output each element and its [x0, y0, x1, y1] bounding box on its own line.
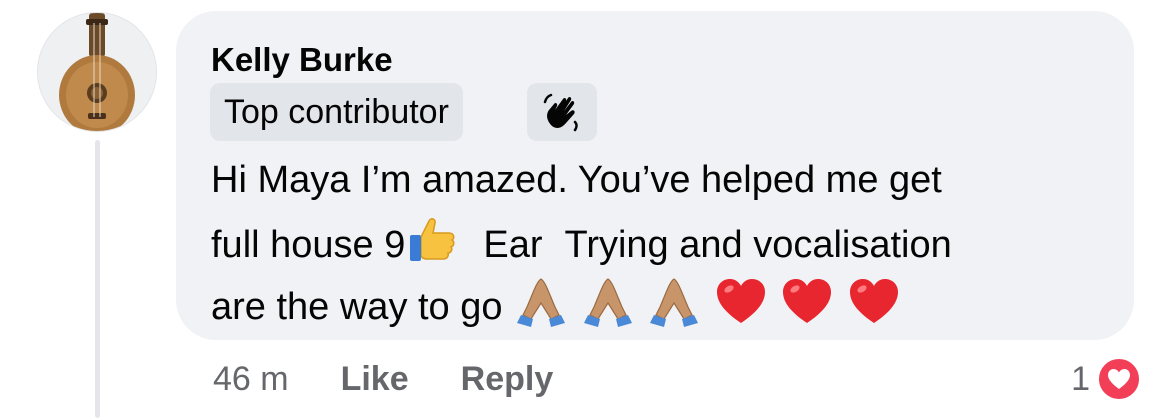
comment-text-segment: are the way to go: [211, 286, 503, 328]
red-heart-icon: [716, 279, 765, 323]
comment-text-segment: Trying and vocalisation: [564, 224, 952, 266]
reaction-count: 1: [1071, 359, 1090, 398]
comment-line-3: are the way to go: [211, 273, 1131, 335]
comment-actions: 46 m Like Reply: [213, 355, 553, 403]
comment-text: Hi Maya I’m amazed. You’ve helped me get…: [211, 149, 1131, 335]
red-heart-icon: [849, 279, 898, 323]
folded-hands-icon: [650, 278, 699, 327]
folded-hands-icon: [583, 278, 632, 327]
comment-bubble: Kelly Burke Top contributor Hi Maya I’m …: [176, 11, 1134, 340]
thumbs-up-icon: [410, 218, 455, 261]
comment-text-segment: Ear: [483, 224, 543, 266]
folded-hands-icon: [517, 278, 566, 327]
top-contributor-badge[interactable]: Top contributor: [210, 83, 463, 141]
comment-line-1: Hi Maya I’m amazed. You’ve helped me get: [211, 159, 942, 201]
love-reaction-icon: [1096, 356, 1142, 402]
comment-line-2: full house 9 Ear Trying and vocalisation: [211, 211, 1131, 273]
oud-instrument-image: [38, 13, 156, 131]
avatar[interactable]: [37, 12, 157, 132]
thread-line: [95, 140, 100, 418]
waving-hand-icon[interactable]: [527, 83, 597, 141]
comment-text-segment: full house 9: [211, 224, 406, 266]
comment-author[interactable]: Kelly Burke: [211, 41, 393, 79]
reaction-summary[interactable]: 1: [1071, 355, 1142, 403]
like-button[interactable]: Like: [341, 355, 409, 403]
reply-button[interactable]: Reply: [461, 355, 554, 403]
red-heart-icon: [783, 279, 832, 323]
comment-timestamp[interactable]: 46 m: [213, 355, 289, 403]
